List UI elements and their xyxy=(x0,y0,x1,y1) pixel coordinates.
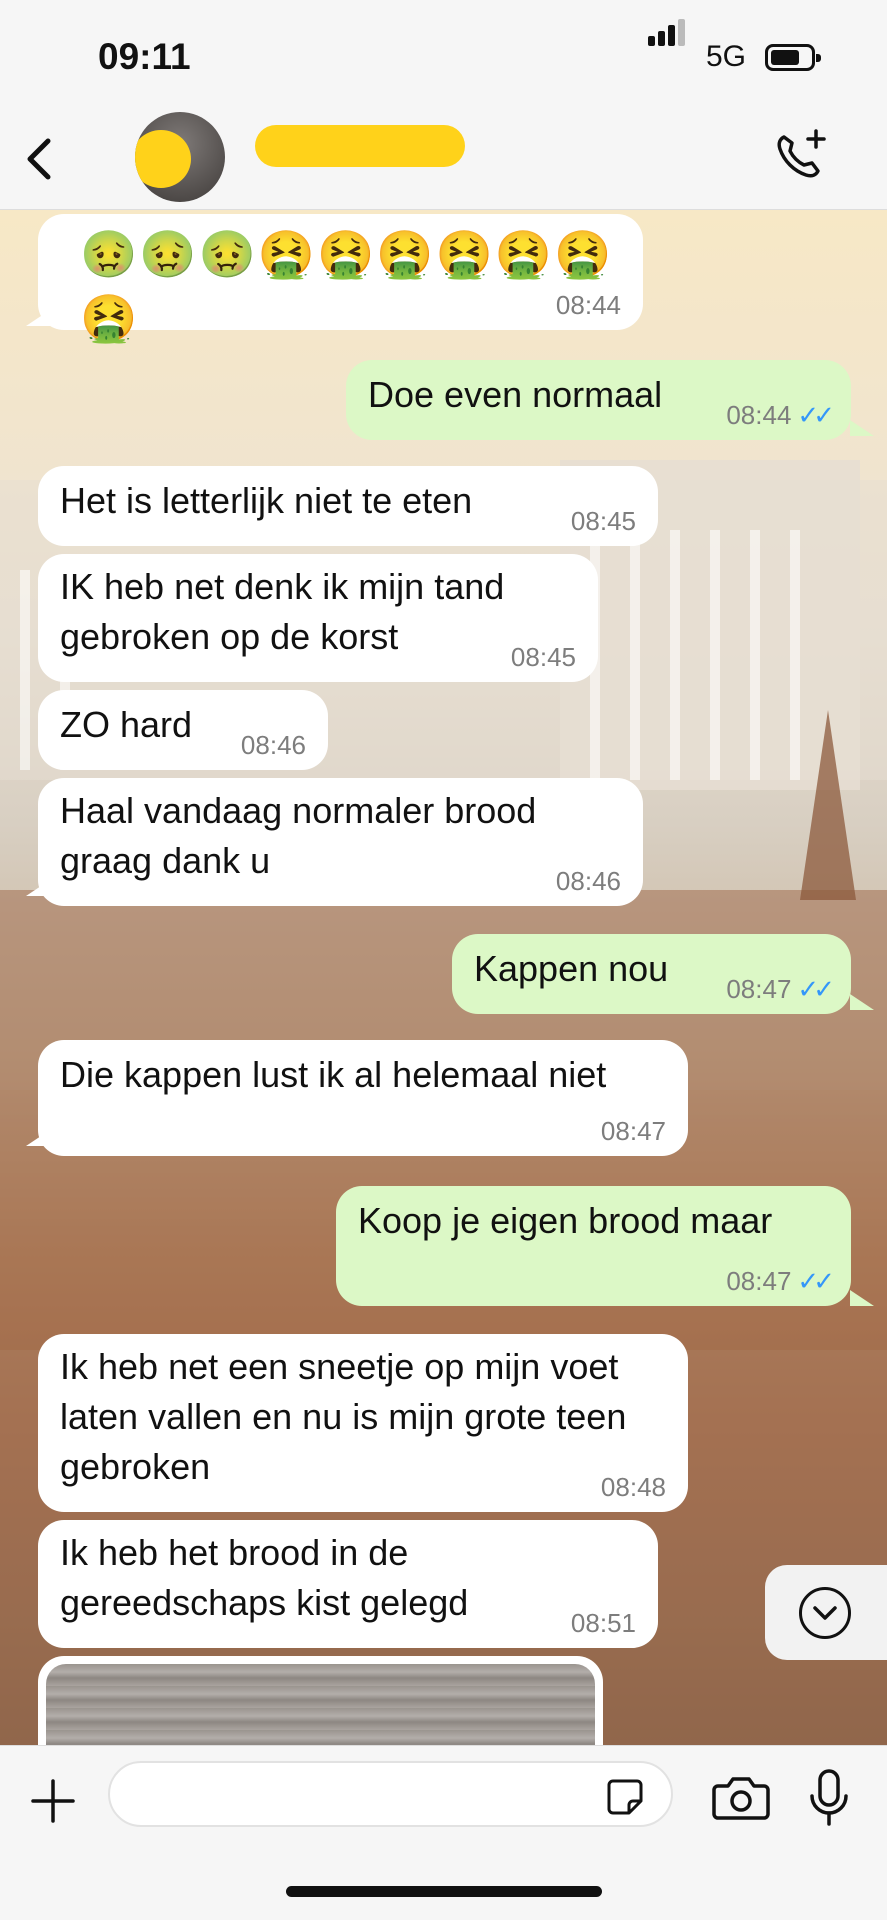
message-text-line: IK heb net denk ik mijn tand xyxy=(60,566,505,607)
home-indicator[interactable] xyxy=(286,1886,602,1897)
sticker-button[interactable] xyxy=(605,1777,645,1817)
status-bar: 09:11 5G xyxy=(0,0,887,105)
message-text: Die kappen lust ik al helemaal niet xyxy=(60,1054,607,1095)
attach-button[interactable] xyxy=(30,1778,76,1824)
chevron-left-icon xyxy=(27,138,51,180)
message-bubble[interactable]: Kappen nou 08:47 ✓✓ xyxy=(452,934,851,1014)
message-time: 08:47 xyxy=(600,1116,666,1146)
add-call-icon xyxy=(777,129,826,178)
message-text-line: Ik heb net een sneetje op mijn voet xyxy=(60,1346,619,1387)
camera-button[interactable] xyxy=(712,1774,770,1822)
message-time: 08:46 xyxy=(240,730,306,760)
message-input-field[interactable] xyxy=(108,1761,673,1827)
back-button[interactable] xyxy=(18,129,68,189)
message-time: 08:46 xyxy=(555,866,621,896)
message-time: 08:45 xyxy=(570,506,636,536)
redaction-mark xyxy=(255,125,465,167)
message-bubble[interactable]: Haal vandaag normaler brood graag dank u… xyxy=(38,778,643,906)
message-text-line: laten vallen en nu is mijn grote teen xyxy=(60,1396,627,1437)
composer-bar xyxy=(0,1745,887,1920)
add-call-button[interactable] xyxy=(770,127,830,187)
message-bubble[interactable]: Ik heb het brood in de gereedschaps kist… xyxy=(38,1520,658,1648)
read-receipt-icon: ✓✓ xyxy=(797,400,834,430)
read-receipt-icon: ✓✓ xyxy=(797,974,834,1004)
message-bubble[interactable]: Die kappen lust ik al helemaal niet 08:4… xyxy=(38,1040,688,1156)
image-preview[interactable] xyxy=(46,1664,595,1745)
message-text-line: gebroken xyxy=(60,1446,211,1487)
message-time: 08:47 xyxy=(726,1266,792,1296)
message-text-line: Haal vandaag normaler brood xyxy=(60,790,537,831)
message-text-line: graag dank u xyxy=(60,840,271,881)
redaction-mark xyxy=(135,130,191,188)
message-time: 08:45 xyxy=(510,642,576,672)
message-time: 08:47 xyxy=(726,974,792,1004)
message-input[interactable] xyxy=(130,1773,580,1817)
message-bubble[interactable]: ZO hard 08:46 xyxy=(38,690,328,770)
message-text-line: gereedschaps kist gelegd xyxy=(60,1582,469,1623)
message-bubble[interactable]: 🤢🤢🤢🤮🤮🤮🤮🤮🤮🤮 08:44 xyxy=(38,214,643,344)
scroll-to-bottom-button[interactable] xyxy=(765,1565,887,1660)
plus-icon xyxy=(31,1779,75,1823)
camera-icon xyxy=(712,1777,770,1820)
message-time: 08:44 xyxy=(726,400,792,430)
sticker-icon xyxy=(607,1779,643,1815)
message-list[interactable]: 🤢🤢🤢🤮🤮🤮🤮🤮🤮🤮 08:44 Doe even normaal 08:44 ✓… xyxy=(0,210,887,1745)
message-bubble[interactable]: Ik heb net een sneetje op mijn voet late… xyxy=(38,1334,688,1512)
message-bubble[interactable]: Doe even normaal 08:44 ✓✓ xyxy=(346,360,851,440)
message-time: 08:44 xyxy=(555,290,621,320)
image-message[interactable] xyxy=(38,1656,603,1745)
status-time: 09:11 xyxy=(98,36,191,77)
message-text: Het is letterlijk niet te eten xyxy=(60,480,473,521)
chevron-down-circle-icon xyxy=(799,1587,851,1639)
message-time: 08:48 xyxy=(600,1472,666,1502)
battery-icon xyxy=(765,44,821,71)
voice-message-button[interactable] xyxy=(808,1768,850,1828)
message-text: 🤢🤢🤢🤮🤮🤮🤮🤮🤮🤮 xyxy=(80,228,614,344)
message-bubble[interactable]: Koop je eigen brood maar 08:47 ✓✓ xyxy=(336,1186,851,1306)
chat-header xyxy=(0,105,887,210)
network-type: 5G xyxy=(706,40,747,73)
message-bubble[interactable]: Het is letterlijk niet te eten 08:45 xyxy=(38,466,658,546)
message-time: 08:51 xyxy=(570,1608,636,1638)
message-text: Koop je eigen brood maar xyxy=(358,1200,773,1241)
contact-name[interactable] xyxy=(255,125,465,169)
message-text-line: gebroken op de korst xyxy=(60,616,399,657)
avatar[interactable] xyxy=(135,112,225,202)
message-bubble[interactable]: IK heb net denk ik mijn tand gebroken op… xyxy=(38,554,598,682)
microphone-icon xyxy=(810,1769,848,1826)
message-text-line: Ik heb het brood in de xyxy=(60,1532,409,1573)
read-receipt-icon: ✓✓ xyxy=(797,1266,834,1296)
